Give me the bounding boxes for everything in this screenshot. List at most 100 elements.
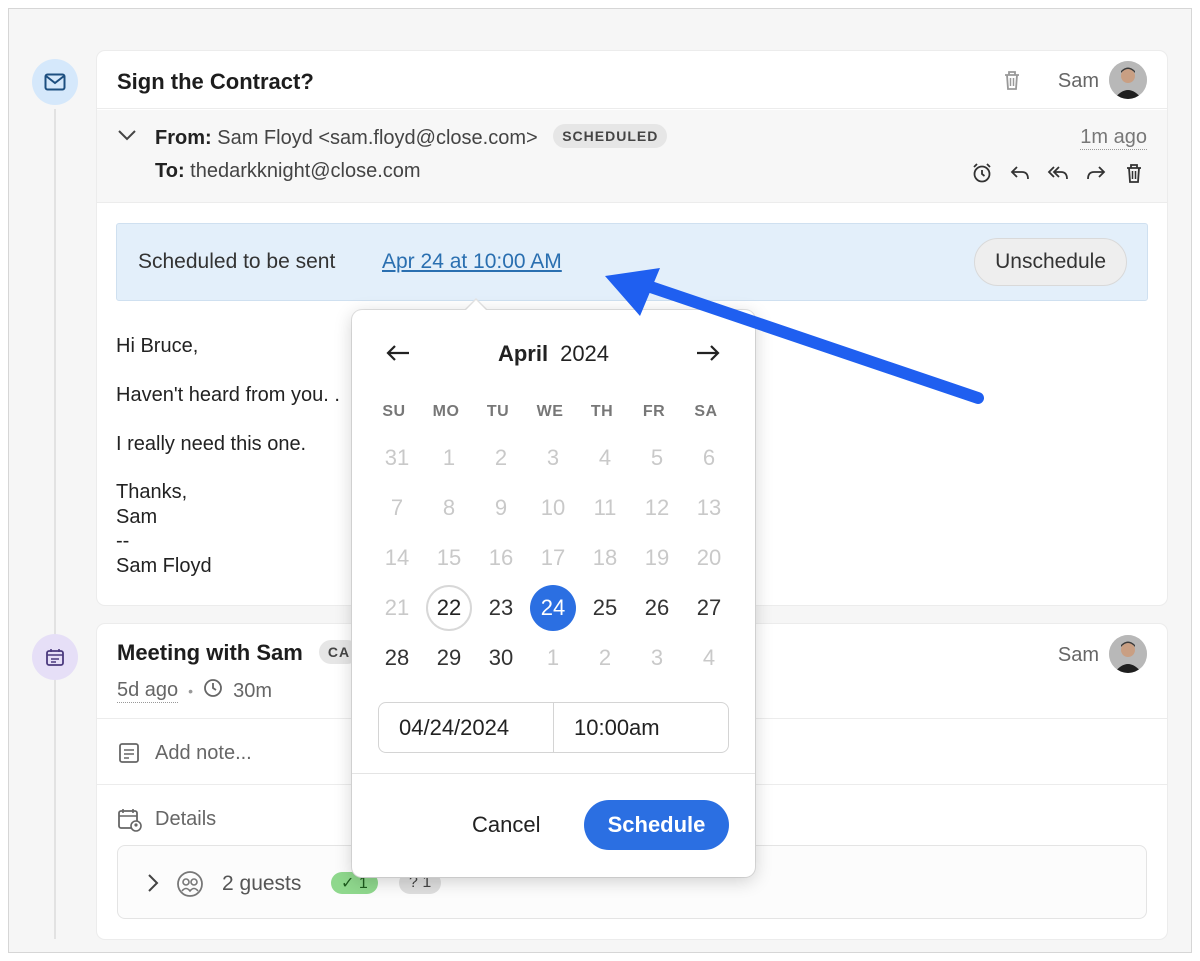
calendar-day: 11	[593, 495, 617, 520]
calendar-day: 17	[540, 545, 566, 570]
calendar-day[interactable]: 4	[686, 635, 732, 681]
details-label: Details	[155, 808, 217, 830]
calendar-day: 8	[442, 495, 456, 520]
cancel-button[interactable]: Cancel	[472, 812, 540, 838]
add-note-input[interactable]: Add note...	[155, 742, 252, 765]
weekday-label: MO	[432, 403, 460, 420]
calendar-user-icon	[117, 807, 143, 838]
unschedule-button[interactable]: Unschedule	[974, 238, 1127, 286]
date-input[interactable]: 04/24/2024	[378, 702, 554, 753]
weekday-label: FR	[642, 403, 666, 420]
calendar-icon	[32, 634, 78, 680]
timeline-line	[54, 109, 56, 939]
trash-icon[interactable]	[1002, 69, 1022, 96]
clock-icon	[203, 678, 223, 704]
email-sig-full: Sam Floyd	[116, 555, 212, 577]
calendar-day[interactable]: 30	[478, 635, 524, 681]
calendar-day: 18	[592, 545, 618, 570]
calendar-day[interactable]: 27	[686, 585, 732, 631]
guests-icon	[176, 870, 204, 903]
guests-count: 2 guests	[222, 872, 302, 895]
meeting-meta: 5d ago • 30m	[117, 678, 272, 704]
scheduled-text: Scheduled to be sent	[138, 250, 336, 273]
to-label: To:	[155, 160, 185, 182]
email-sig-sep: --	[116, 530, 130, 552]
avatar	[1109, 635, 1147, 673]
email-header-details: From: Sam Floyd <sam.floyd@close.com> SC…	[97, 110, 1167, 203]
month-label: April	[497, 341, 549, 366]
schedule-datepicker: April 2024 SU MO TU WE TH FR SA 31 1 2 3 4 5 6 7 8 9 10 11…	[352, 310, 755, 877]
meeting-duration: 30m	[233, 679, 272, 702]
calendar-day: 16	[488, 545, 514, 570]
divider	[352, 773, 755, 774]
calendar-day[interactable]: 2	[582, 635, 628, 681]
chevron-down-icon[interactable]	[117, 128, 137, 147]
calendar-day: 5	[650, 445, 664, 470]
dot-separator: •	[188, 683, 194, 699]
email-owner: Sam	[1057, 70, 1099, 92]
calendar-day[interactable]: 28	[374, 635, 420, 681]
calendar-day[interactable]: 26	[634, 585, 680, 631]
calendar-day: 12	[644, 495, 670, 520]
from-label: From:	[155, 127, 212, 149]
calendar-day[interactable]: 29	[426, 635, 472, 681]
email-actions	[969, 160, 1147, 186]
email-closing: Thanks,	[116, 481, 188, 503]
calendar-day: 9	[494, 495, 508, 520]
calendar-day: 21	[384, 595, 410, 620]
reply-all-icon[interactable]	[1045, 160, 1071, 186]
meeting-time-ago[interactable]: 5d ago	[117, 679, 179, 703]
calendar-day: 6	[702, 445, 716, 470]
meeting-title-text: Meeting with Sam	[117, 640, 303, 665]
calendar-day[interactable]: 23	[478, 585, 524, 631]
calendar-day: 2	[494, 445, 508, 470]
calendar-day[interactable]: 1	[530, 635, 576, 681]
meeting-owner: Sam	[1057, 644, 1099, 666]
calendar-day: 13	[696, 495, 722, 520]
meeting-title: Meeting with Sam CA	[117, 640, 360, 666]
calendar-day: 19	[644, 545, 670, 570]
calendar-day[interactable]: 25	[582, 585, 628, 631]
weekday-label: SU	[382, 403, 406, 420]
reply-icon[interactable]	[1007, 160, 1033, 186]
scheduled-banner: Scheduled to be sent Apr 24 at 10:00 AM …	[116, 223, 1148, 301]
calendar-day-today[interactable]: 22	[426, 585, 472, 631]
schedule-button[interactable]: Schedule	[584, 800, 729, 850]
calendar-day[interactable]: 3	[634, 635, 680, 681]
alarm-clock-icon[interactable]	[969, 160, 995, 186]
email-card-header: Sign the Contract? Sam	[97, 51, 1167, 109]
envelope-icon	[32, 59, 78, 105]
from-value: Sam Floyd <sam.floyd@close.com>	[217, 127, 538, 149]
calendar-day: 14	[384, 545, 410, 570]
weekday-label: TU	[486, 403, 510, 420]
avatar	[1109, 61, 1147, 99]
year-label: 2024	[560, 341, 610, 366]
email-greeting: Hi Bruce,	[116, 335, 199, 357]
chevron-right-icon[interactable]	[146, 872, 160, 899]
email-sig-name: Sam	[116, 506, 158, 528]
weekday-label: SA	[694, 403, 718, 420]
status-badge: SCHEDULED	[553, 124, 668, 148]
popover-caret-inner	[465, 300, 487, 311]
to-line: To: thedarkknight@close.com	[155, 160, 421, 183]
calendar-day: 10	[540, 495, 566, 520]
calendar-day-selected[interactable]: 24	[530, 585, 576, 631]
email-line-2: I really need this one.	[116, 433, 307, 455]
forward-icon[interactable]	[1083, 160, 1109, 186]
calendar-day: 31	[384, 445, 410, 470]
email-time-ago[interactable]: 1m ago	[1080, 126, 1147, 150]
calendar-day: 15	[436, 545, 462, 570]
email-line-1: Haven't heard from you. .	[116, 384, 340, 406]
calendar-day: 20	[696, 545, 722, 570]
calendar-day: 7	[390, 495, 404, 520]
time-input[interactable]: 10:00am	[553, 702, 729, 753]
next-month-button[interactable]	[690, 338, 726, 368]
note-icon	[117, 741, 141, 770]
weekday-label: WE	[536, 403, 564, 420]
scheduled-date-link[interactable]: Apr 24 at 10:00 AM	[382, 250, 562, 274]
to-value: thedarkknight@close.com	[190, 160, 421, 182]
calendar-day: 3	[546, 445, 560, 470]
email-title: Sign the Contract?	[117, 69, 314, 94]
from-line: From: Sam Floyd <sam.floyd@close.com> SC…	[155, 124, 668, 150]
delete-icon[interactable]	[1121, 160, 1147, 186]
